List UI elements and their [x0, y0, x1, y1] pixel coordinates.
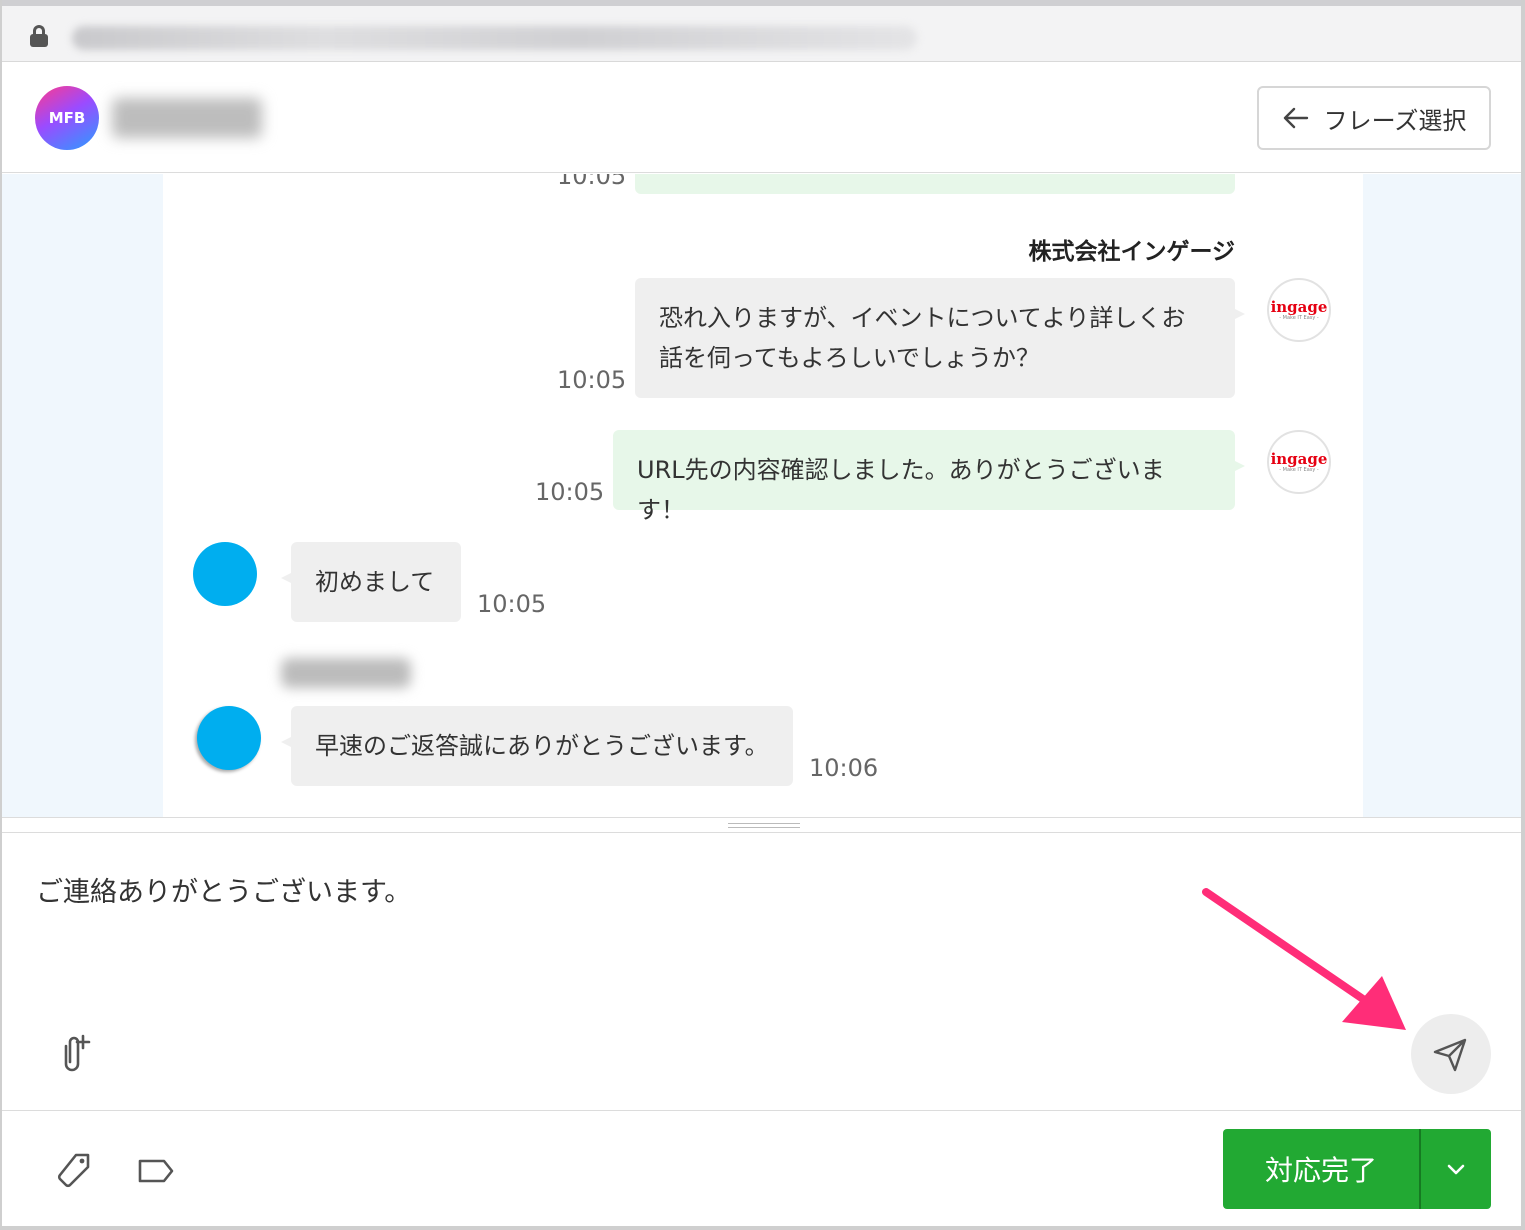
conversation-header: MFB フレーズ選択 — [2, 62, 1521, 173]
send-button[interactable] — [1411, 1014, 1491, 1094]
agent-logo-brand: ingage — [1270, 298, 1328, 316]
message-text: 初めまして — [315, 568, 435, 596]
complete-dropdown-button[interactable] — [1419, 1129, 1491, 1209]
customer-avatar — [193, 542, 257, 606]
phrase-select-button[interactable]: フレーズ選択 — [1257, 86, 1491, 150]
url-text-blurred — [72, 26, 917, 50]
tag-icon[interactable] — [54, 1151, 94, 1191]
message-time: 10:05 — [557, 174, 627, 190]
label-icon[interactable] — [136, 1151, 176, 1191]
attach-file-icon[interactable] — [54, 1032, 94, 1076]
contact-name-blurred — [112, 98, 262, 138]
customer-name-blurred — [281, 658, 411, 688]
send-icon — [1433, 1038, 1467, 1072]
agent-logo-brand: ingage — [1270, 450, 1328, 468]
agent-logo-tagline: - Make IT Easy - — [1279, 467, 1319, 473]
chat-timeline[interactable]: 10:05 株式会社インゲージ 恐れ入りますが、イベントについてより詳しくお 話… — [163, 174, 1363, 817]
complete-button[interactable]: 対応完了 — [1223, 1129, 1419, 1209]
agent-logo: ingage - Make IT Easy - — [1267, 430, 1331, 494]
agent-logo: ingage - Make IT Easy - — [1267, 278, 1331, 342]
chevron-down-icon — [1447, 1164, 1465, 1175]
action-footer: 対応完了 — [2, 1110, 1521, 1226]
message-bubble: 恐れ入りますが、イベントについてより詳しくお 話を伺ってもよろしいでしょうか？ — [635, 278, 1245, 398]
agent-logo-tagline: - Make IT Easy - — [1279, 315, 1319, 321]
lock-icon — [30, 25, 48, 47]
message-composer[interactable]: ご連絡ありがとうございます。 — [2, 834, 1521, 1110]
message-line: 恐れ入りますが、イベントについてより詳しくお — [659, 304, 1186, 332]
splitter-grip-icon[interactable] — [728, 823, 800, 828]
sender-name: 株式会社インゲージ — [1028, 239, 1235, 265]
message-time: 10:05 — [535, 478, 605, 506]
phrase-select-label: フレーズ選択 — [1323, 106, 1467, 135]
arrow-left-icon — [1283, 107, 1308, 129]
message-text: URL先の内容確認しました。ありがとうございます！ — [637, 456, 1165, 524]
message-text: 早速のご返答誠にありがとうございます。 — [315, 732, 769, 760]
message-time: 10:06 — [809, 754, 879, 782]
message-time: 10:05 — [557, 366, 627, 394]
message-time: 10:05 — [477, 590, 547, 618]
message-bubble: 初めまして — [281, 542, 461, 622]
customer-avatar — [197, 706, 261, 770]
composer-input[interactable]: ご連絡ありがとうございます。 — [36, 870, 411, 909]
app-window: MFB フレーズ選択 10:05 株式会社インゲージ 恐れ入りますが、イベントに… — [0, 0, 1525, 1230]
message-bubble: URL先の内容確認しました。ありがとうございます！ — [613, 430, 1245, 524]
browser-url-bar[interactable] — [2, 0, 1521, 62]
account-avatar: MFB — [35, 86, 99, 150]
resize-splitter[interactable] — [2, 817, 1521, 833]
message-bubble: 早速のご返答誠にありがとうございます。 — [281, 706, 793, 786]
message-bubble — [635, 174, 1235, 194]
message-line: 話を伺ってもよろしいでしょうか？ — [659, 344, 1040, 372]
